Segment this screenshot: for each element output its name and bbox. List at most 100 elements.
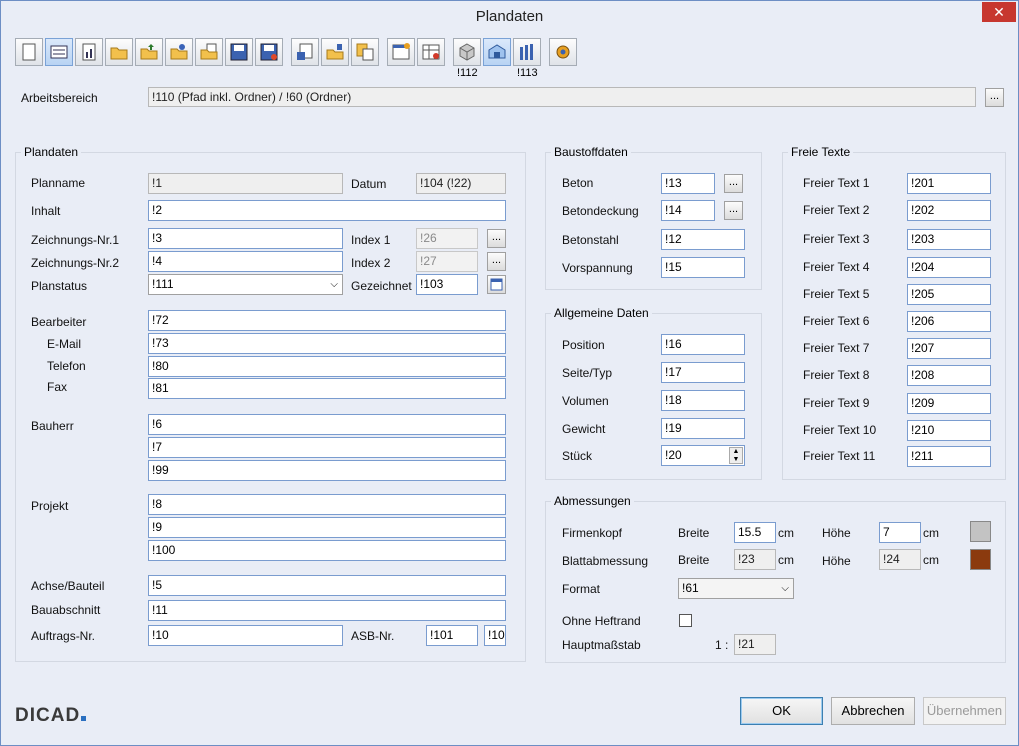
freier-text-5-input[interactable]: !205: [907, 284, 991, 305]
index1-label: Index 1: [351, 233, 391, 247]
firmenkopf-hoehe-input[interactable]: 7: [879, 522, 921, 543]
beton-browse-button[interactable]: ...: [724, 174, 743, 193]
auftrag-input[interactable]: !10: [148, 625, 343, 646]
massstab-prefix: 1 :: [715, 638, 729, 652]
planstatus-select[interactable]: !111 ⌵: [148, 274, 343, 295]
arbeitsbereich-browse-button[interactable]: ...: [985, 88, 1004, 107]
position-input[interactable]: !16: [661, 334, 745, 355]
window-icon[interactable]: [387, 38, 415, 66]
freier-text-3-input[interactable]: !203: [907, 229, 991, 250]
gezeichnet-input[interactable]: !103: [416, 274, 478, 295]
list-view-icon[interactable]: [45, 38, 73, 66]
apply-button[interactable]: Übernehmen: [923, 697, 1006, 725]
gewicht-input[interactable]: !19: [661, 418, 745, 439]
save-as-icon[interactable]: [255, 38, 283, 66]
projekt-input-3[interactable]: !100: [148, 540, 506, 561]
ok-button[interactable]: OK: [740, 697, 823, 725]
freier-text-11-input[interactable]: !211: [907, 446, 991, 467]
open-folder-up-icon[interactable]: [135, 38, 163, 66]
beton-input[interactable]: !13: [661, 173, 715, 194]
zeichnungs-nr2-input[interactable]: !4: [148, 251, 343, 272]
open-folder-doc-icon[interactable]: [195, 38, 223, 66]
open-folder-icon[interactable]: [105, 38, 133, 66]
stueck-spinner[interactable]: !20 ▲ ▼: [661, 445, 745, 466]
firmenkopf-color-swatch[interactable]: [970, 521, 991, 542]
email-input[interactable]: !73: [148, 333, 506, 354]
blatt-color-swatch[interactable]: [970, 549, 991, 570]
inhalt-label: Inhalt: [31, 204, 61, 218]
freier-text-2-input[interactable]: !202: [907, 200, 991, 221]
bearbeiter-input[interactable]: !72: [148, 310, 506, 331]
document-chart-icon[interactable]: [75, 38, 103, 66]
freier-text-1-input[interactable]: !201: [907, 173, 991, 194]
close-button[interactable]: ✕: [982, 2, 1016, 22]
freier-text-7-input[interactable]: !207: [907, 338, 991, 359]
zeichnungs-nr2-label: Zeichnungs-Nr.2: [31, 256, 120, 270]
vorspannung-input[interactable]: !15: [661, 257, 745, 278]
calendar-icon[interactable]: [487, 275, 506, 294]
open-folder-user-icon[interactable]: [165, 38, 193, 66]
import-folder-icon[interactable]: [321, 38, 349, 66]
freier-text-9-input[interactable]: !209: [907, 393, 991, 414]
toolbar-label-112: !112: [457, 67, 478, 79]
freier-text-10-label: Freier Text 10: [803, 423, 877, 437]
projekt-input-2[interactable]: !9: [148, 517, 506, 538]
bauabschnitt-label: Bauabschnitt: [31, 603, 101, 617]
save-icon[interactable]: [225, 38, 253, 66]
index1-browse-button[interactable]: ...: [487, 229, 506, 248]
new-document-icon[interactable]: [15, 38, 43, 66]
plandaten-group-title: Plandaten: [21, 145, 82, 159]
zeichnungs-nr1-label: Zeichnungs-Nr.1: [31, 233, 120, 247]
bauabschnitt-input[interactable]: !11: [148, 600, 506, 621]
table-window-icon[interactable]: [417, 38, 445, 66]
asb-input-2[interactable]: !102: [484, 625, 506, 646]
building-icon[interactable]: [483, 38, 511, 66]
inhalt-input[interactable]: !2: [148, 200, 506, 221]
heftrand-checkbox[interactable]: [679, 614, 692, 627]
blatt-hoehe-unit: cm: [923, 553, 939, 567]
format-select[interactable]: !61 ⌵: [678, 578, 794, 599]
window-title: Plandaten: [475, 8, 544, 25]
zeichnungs-nr1-input[interactable]: !3: [148, 228, 343, 249]
heftrand-label: Ohne Heftrand: [562, 614, 641, 628]
betondeckung-input[interactable]: !14: [661, 200, 715, 221]
dialog-window: Plandaten ✕ !112 !113 Arbeitsbereich !11…: [0, 0, 1019, 746]
projekt-input-1[interactable]: !8: [148, 494, 506, 515]
bauherr-input-3[interactable]: !99: [148, 460, 506, 481]
stueck-value: !20: [665, 448, 682, 462]
volumen-input[interactable]: !18: [661, 390, 745, 411]
firmenkopf-breite-input[interactable]: 15.5: [734, 522, 776, 543]
gewicht-label: Gewicht: [562, 422, 606, 436]
asb-input-1[interactable]: !101: [426, 625, 478, 646]
vorspannung-label: Vorspannung: [562, 261, 633, 275]
blatt-hoehe-field: !24: [879, 549, 921, 570]
cube-icon[interactable]: [453, 38, 481, 66]
seite-typ-input[interactable]: !17: [661, 362, 745, 383]
achse-input[interactable]: !5: [148, 575, 506, 596]
betonstahl-input[interactable]: !12: [661, 229, 745, 250]
index2-browse-button[interactable]: ...: [487, 252, 506, 271]
freier-text-8-input[interactable]: !208: [907, 365, 991, 386]
bauherr-input-1[interactable]: !6: [148, 414, 506, 435]
freier-text-6-input[interactable]: !206: [907, 311, 991, 332]
export-icon[interactable]: [291, 38, 319, 66]
bauherr-input-2[interactable]: !7: [148, 437, 506, 458]
fax-input[interactable]: !81: [148, 378, 506, 399]
blatt-breite-label: Breite: [678, 553, 710, 567]
settings-gear-icon[interactable]: [549, 38, 577, 66]
telefon-input[interactable]: !80: [148, 356, 506, 377]
arbeitsbereich-label: Arbeitsbereich: [21, 91, 98, 105]
freier-text-10-input[interactable]: !210: [907, 420, 991, 441]
freier-text-5-label: Freier Text 5: [803, 287, 870, 301]
projekt-label: Projekt: [31, 499, 69, 513]
planstatus-value: !111: [152, 277, 174, 291]
betondeckung-browse-button[interactable]: ...: [724, 201, 743, 220]
blattabmessung-label: Blattabmessung: [562, 554, 649, 568]
columns-icon[interactable]: [513, 38, 541, 66]
title-bar: Plandaten ✕: [1, 1, 1018, 31]
cancel-button[interactable]: Abbrechen: [831, 697, 915, 725]
blatt-breite-unit: cm: [778, 553, 794, 567]
spinner-arrows-icon[interactable]: ▲ ▼: [729, 447, 743, 464]
copy-icon[interactable]: [351, 38, 379, 66]
freier-text-4-input[interactable]: !204: [907, 257, 991, 278]
